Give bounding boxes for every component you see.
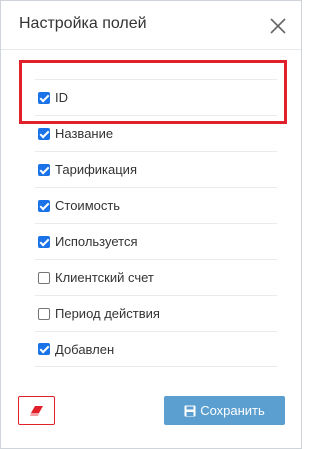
field-row-client-account[interactable]: Клиентский счет — [35, 259, 277, 295]
field-row-used[interactable]: Используется — [35, 223, 277, 259]
field-row-cost[interactable]: Стоимость — [35, 187, 277, 223]
save-button-label: Сохранить — [200, 403, 265, 418]
dialog-header: Настройка полей — [1, 1, 301, 50]
field-checkbox[interactable] — [38, 307, 50, 320]
eraser-icon — [29, 405, 43, 416]
field-label: Название — [55, 126, 114, 141]
dialog-title: Настройка полей — [19, 15, 147, 32]
field-label: Добавлен — [55, 341, 115, 357]
field-checkbox[interactable] — [38, 199, 50, 212]
field-checkbox[interactable] — [38, 235, 50, 248]
field-label: Период действия — [55, 306, 160, 321]
highlight-box — [19, 60, 287, 124]
field-checkbox[interactable] — [38, 163, 50, 176]
close-button[interactable] — [269, 17, 287, 35]
field-label: Используется — [55, 234, 138, 249]
field-row-validity-period[interactable]: Период действия — [35, 295, 277, 331]
field-row-added[interactable]: Добавлен — [35, 331, 277, 367]
field-checkbox[interactable] — [38, 343, 50, 355]
field-settings-dialog: Настройка полей ID Название Тарификация … — [0, 0, 302, 449]
field-label: Стоимость — [55, 198, 121, 213]
dialog-footer: Сохранить — [1, 388, 301, 448]
field-checkbox[interactable] — [38, 127, 50, 140]
save-button[interactable]: Сохранить — [164, 396, 285, 425]
close-icon — [270, 18, 286, 34]
field-label: Клиентский счет — [55, 270, 154, 285]
field-label: Тарификация — [55, 162, 137, 177]
reset-button[interactable] — [18, 396, 55, 425]
floppy-disk-icon — [184, 405, 196, 417]
field-checkbox[interactable] — [38, 271, 50, 284]
field-row-tariff[interactable]: Тарификация — [35, 151, 277, 187]
